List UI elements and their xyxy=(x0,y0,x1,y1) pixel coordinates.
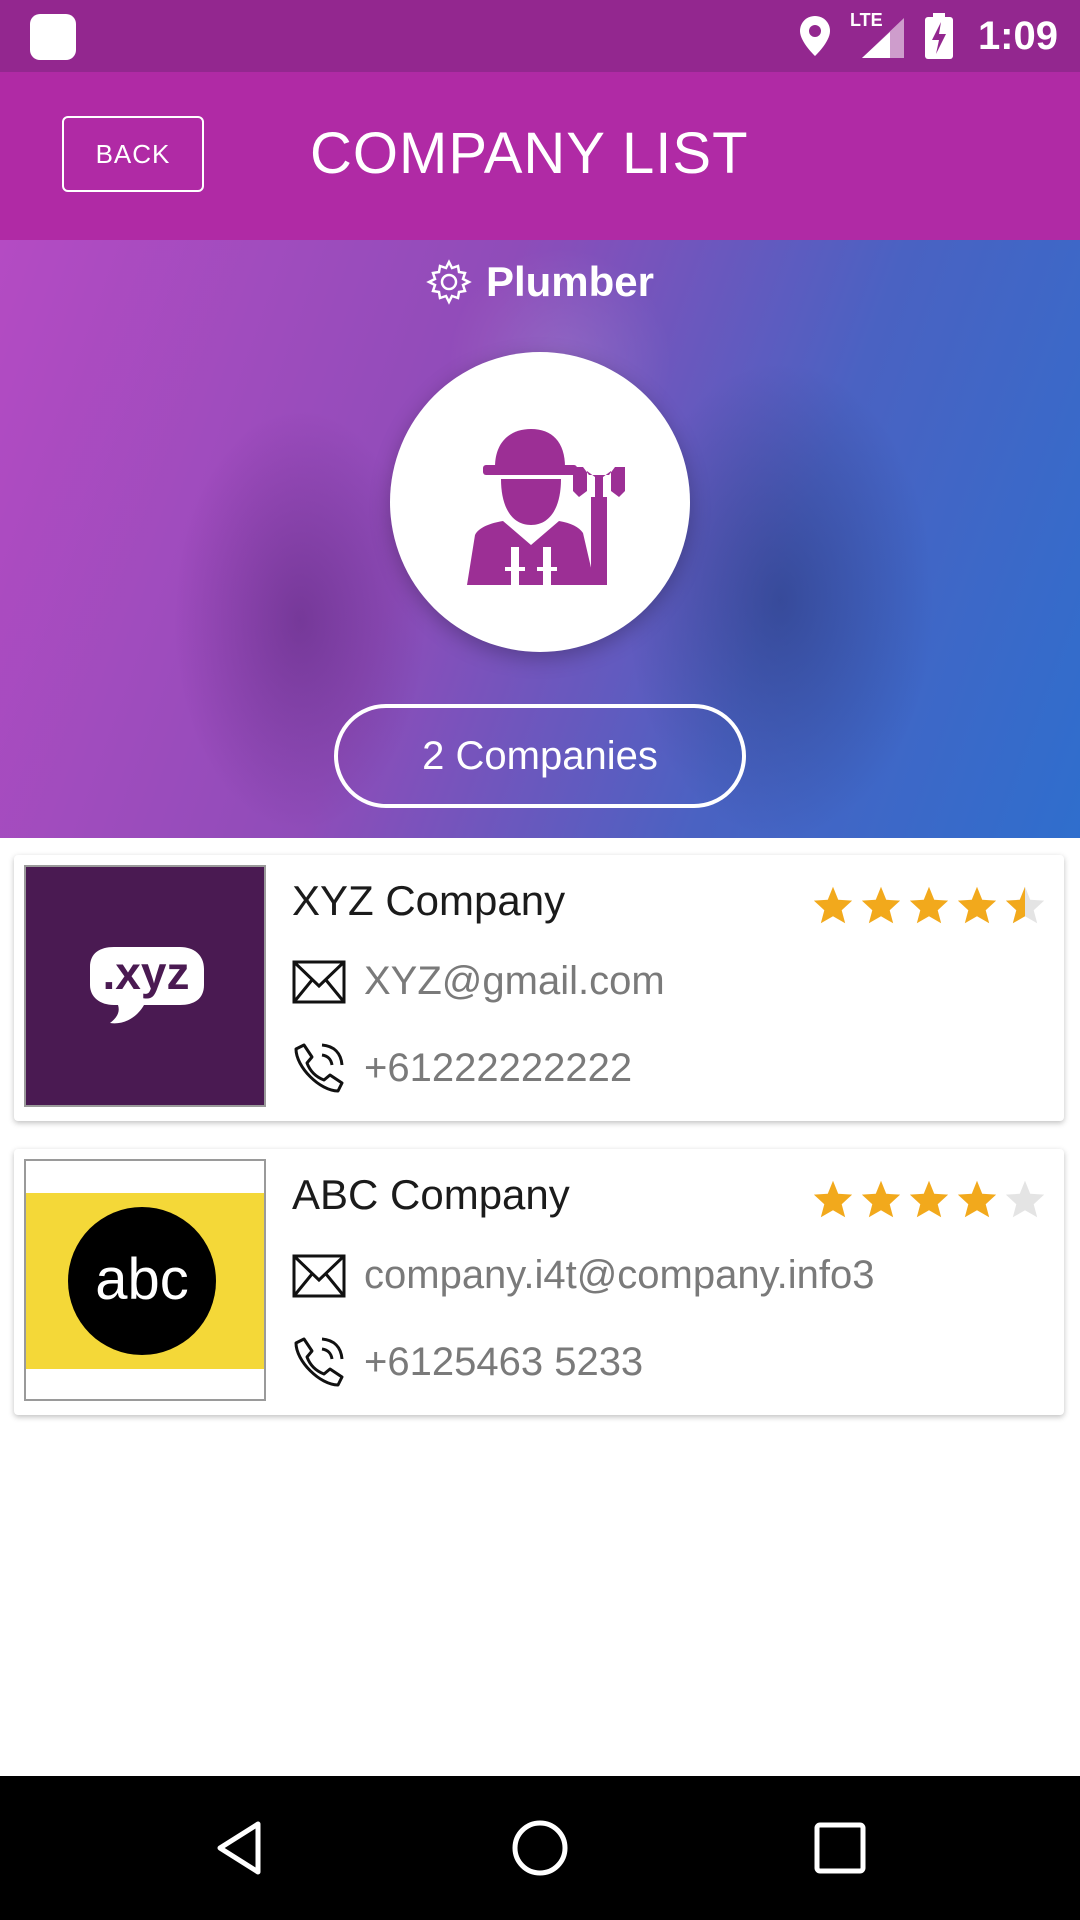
status-time: 1:09 xyxy=(977,13,1058,58)
star-icon xyxy=(813,1180,853,1218)
company-email-row[interactable]: company.i4t@company.info3 xyxy=(292,1253,875,1298)
category-name: Plumber xyxy=(485,258,655,305)
category-hero: Plumber 2 Companies xyxy=(0,240,1080,838)
company-phone-row[interactable]: +61222222222 xyxy=(292,1041,632,1095)
phone-icon xyxy=(294,1337,344,1387)
star-icon xyxy=(861,886,901,924)
company-email[interactable]: XYZ@gmail.com xyxy=(364,959,665,1004)
company-card-xyz[interactable]: .xyz XYZ Company XYZ@gmail.com +61222222… xyxy=(14,855,1064,1121)
logo-text: .xyz xyxy=(103,947,190,999)
company-logo: .xyz xyxy=(24,865,266,1107)
recents-square-icon[interactable] xyxy=(810,1818,870,1878)
app-notification-icon xyxy=(30,14,76,60)
rating-stars xyxy=(812,885,1046,925)
home-circle-icon[interactable] xyxy=(510,1818,570,1878)
company-email[interactable]: company.i4t@company.info3 xyxy=(364,1253,875,1298)
envelope-icon xyxy=(292,960,346,1003)
star-icon xyxy=(813,886,853,924)
system-nav-bar xyxy=(0,1776,1080,1920)
signal-icon: LTE xyxy=(850,10,906,60)
gear-icon xyxy=(426,259,472,305)
star-icon xyxy=(861,1180,901,1218)
company-card-abc[interactable]: abc ABC Company company.i4t@company.info… xyxy=(14,1149,1064,1415)
battery-charging-icon xyxy=(924,13,953,59)
company-phone[interactable]: +6125463 5233 xyxy=(364,1340,643,1385)
phone-icon xyxy=(294,1043,344,1093)
status-bar: LTE 1:09 xyxy=(0,0,1080,72)
company-name[interactable]: XYZ Company xyxy=(292,877,565,925)
company-phone[interactable]: +61222222222 xyxy=(364,1046,632,1091)
star-empty-icon xyxy=(1005,1180,1045,1218)
company-phone-row[interactable]: +6125463 5233 xyxy=(292,1335,643,1389)
company-name[interactable]: ABC Company xyxy=(292,1171,570,1219)
category-avatar xyxy=(390,352,690,652)
star-icon xyxy=(957,1180,997,1218)
company-email-row[interactable]: XYZ@gmail.com xyxy=(292,959,665,1004)
company-logo: abc xyxy=(24,1159,266,1401)
category-heading: Plumber xyxy=(0,258,1080,306)
star-icon xyxy=(909,1180,949,1218)
location-icon xyxy=(799,16,830,56)
back-button[interactable]: BACK xyxy=(62,116,204,192)
logo-text: abc xyxy=(95,1247,189,1312)
companies-count-button[interactable]: 2 Companies xyxy=(334,704,746,808)
plumber-icon xyxy=(467,429,625,585)
page-title: COMPANY LIST xyxy=(310,121,749,186)
app-bar: BACK COMPANY LIST xyxy=(0,72,1080,240)
rating-stars xyxy=(812,1179,1046,1219)
envelope-icon xyxy=(292,1254,346,1297)
star-icon xyxy=(957,886,997,924)
status-icons: LTE 1:09 xyxy=(798,0,1058,72)
star-icon xyxy=(909,886,949,924)
star-half-icon xyxy=(1005,886,1045,924)
back-triangle-icon[interactable] xyxy=(210,1818,270,1878)
